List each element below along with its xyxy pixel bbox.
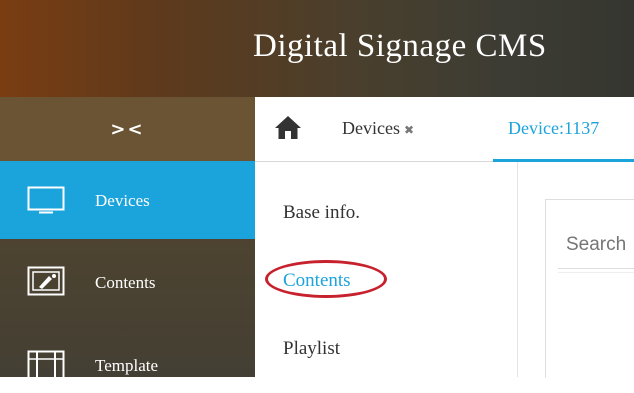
device-submenu: Base info. Contents Playlist [255, 162, 517, 377]
search-underline [558, 268, 634, 269]
sidebar-item-devices[interactable]: Devices [0, 161, 255, 239]
submenu-item-base-info[interactable]: Base info. [283, 202, 360, 224]
image-icon [27, 266, 65, 296]
content-panel [545, 199, 634, 378]
tab-bar: Devices ✖ Device:1137 [255, 97, 634, 162]
close-icon[interactable]: ✖ [404, 123, 414, 137]
tab-devices[interactable]: Devices ✖ [342, 118, 414, 139]
sidebar: >< Devices Contents Template [0, 97, 255, 380]
annotation-circle [265, 260, 387, 298]
template-icon [27, 350, 65, 380]
sidebar-toggle-button[interactable]: >< [0, 97, 255, 161]
submenu-item-playlist[interactable]: Playlist [283, 338, 340, 360]
panel-divider [517, 162, 518, 377]
sidebar-item-label: Devices [95, 191, 150, 210]
tab-device[interactable]: Device:1137 [493, 97, 634, 162]
sidebar-item-contents[interactable]: Contents [0, 239, 255, 316]
sidebar-item-template[interactable]: Template [0, 316, 255, 393]
monitor-icon [27, 186, 65, 214]
sidebar-item-label: Contents [95, 273, 156, 292]
app-title: Digital Signage CMS [253, 28, 547, 64]
tab-devices-label: Devices [342, 118, 400, 138]
sidebar-item-label: Template [95, 356, 159, 375]
search-input[interactable] [566, 230, 634, 260]
panel-divider-line [558, 272, 634, 273]
tab-device-label: Device:1137 [508, 118, 600, 138]
app-header: Digital Signage CMS [0, 0, 634, 97]
home-icon[interactable] [274, 114, 302, 140]
